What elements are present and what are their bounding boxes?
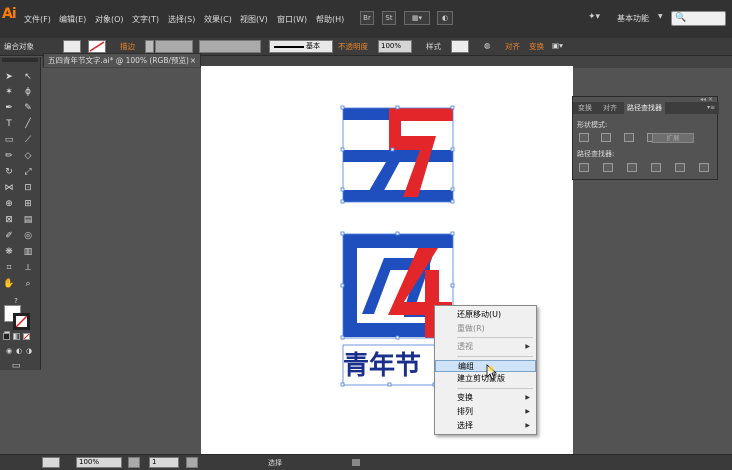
divide-icon[interactable] bbox=[579, 163, 589, 172]
expand-button[interactable]: 扩展 bbox=[652, 133, 694, 143]
menu-separator bbox=[457, 337, 533, 338]
pathfinders-label: 路径查找器: bbox=[577, 150, 615, 158]
menu-item-select[interactable]: 选择 ▶ bbox=[435, 420, 536, 432]
menu-item-perspective-label: 透视 bbox=[457, 342, 473, 351]
pathfinder-panel: ◂◂ ✕ 变换 对齐 路径查找器 ▾≡ 形状模式: 路径查找器: bbox=[572, 96, 719, 180]
menu-item-transform[interactable]: 变换 ▶ bbox=[435, 392, 536, 404]
artwork-layer: 青年节 bbox=[340, 105, 455, 387]
tab-align[interactable]: 对齐 bbox=[600, 102, 620, 114]
menu-separator bbox=[457, 388, 533, 389]
status-menu-icon[interactable] bbox=[352, 459, 360, 466]
tab-transform[interactable]: 变换 bbox=[575, 102, 595, 114]
submenu-arrow-icon: ▶ bbox=[525, 408, 530, 415]
current-tool-label: 选择 bbox=[268, 459, 282, 467]
menu-item-redo: 重做(R) bbox=[457, 324, 485, 333]
panel-menu-icon[interactable]: ▾≡ bbox=[707, 104, 715, 111]
menu-item-arrange-label: 排列 bbox=[457, 407, 473, 416]
outline-icon[interactable] bbox=[675, 163, 685, 172]
minus-back-icon[interactable] bbox=[699, 163, 709, 172]
menu-separator bbox=[457, 356, 533, 357]
mouse-cursor-icon bbox=[486, 364, 498, 380]
page-field[interactable]: 1 bbox=[149, 457, 179, 468]
panel-tabs: 变换 对齐 路径查找器 ▾≡ bbox=[573, 102, 719, 114]
unite-icon[interactable] bbox=[579, 133, 589, 142]
crop-icon[interactable] bbox=[651, 163, 661, 172]
submenu-arrow-icon: ▶ bbox=[525, 343, 530, 350]
menu-item-transform-label: 变换 bbox=[457, 393, 473, 402]
zoom-field[interactable]: 100% bbox=[76, 457, 122, 468]
submenu-arrow-icon: ▶ bbox=[525, 422, 530, 429]
menu-item-undo-move[interactable]: 还原移动(U) bbox=[435, 309, 536, 321]
next-page-button[interactable] bbox=[186, 457, 198, 468]
status-bar: 100% 1 选择 bbox=[0, 454, 732, 470]
minus-front-icon[interactable] bbox=[601, 133, 611, 142]
tab-pathfinder[interactable]: 路径查找器 bbox=[624, 102, 665, 114]
first-page-button[interactable] bbox=[128, 457, 140, 468]
submenu-arrow-icon: ▶ bbox=[525, 394, 530, 401]
menu-item-arrange[interactable]: 排列 ▶ bbox=[435, 406, 536, 418]
menu-item-perspective: 透视 ▶ bbox=[435, 341, 536, 353]
menu-item-select-label: 选择 bbox=[457, 421, 473, 430]
zoom-stepper[interactable] bbox=[42, 457, 60, 468]
intersect-icon[interactable] bbox=[624, 133, 634, 142]
shape-modes-label: 形状模式: bbox=[577, 121, 608, 129]
trim-icon[interactable] bbox=[603, 163, 613, 172]
merge-icon[interactable] bbox=[627, 163, 637, 172]
youth-day-text[interactable]: 青年节 bbox=[343, 350, 421, 381]
